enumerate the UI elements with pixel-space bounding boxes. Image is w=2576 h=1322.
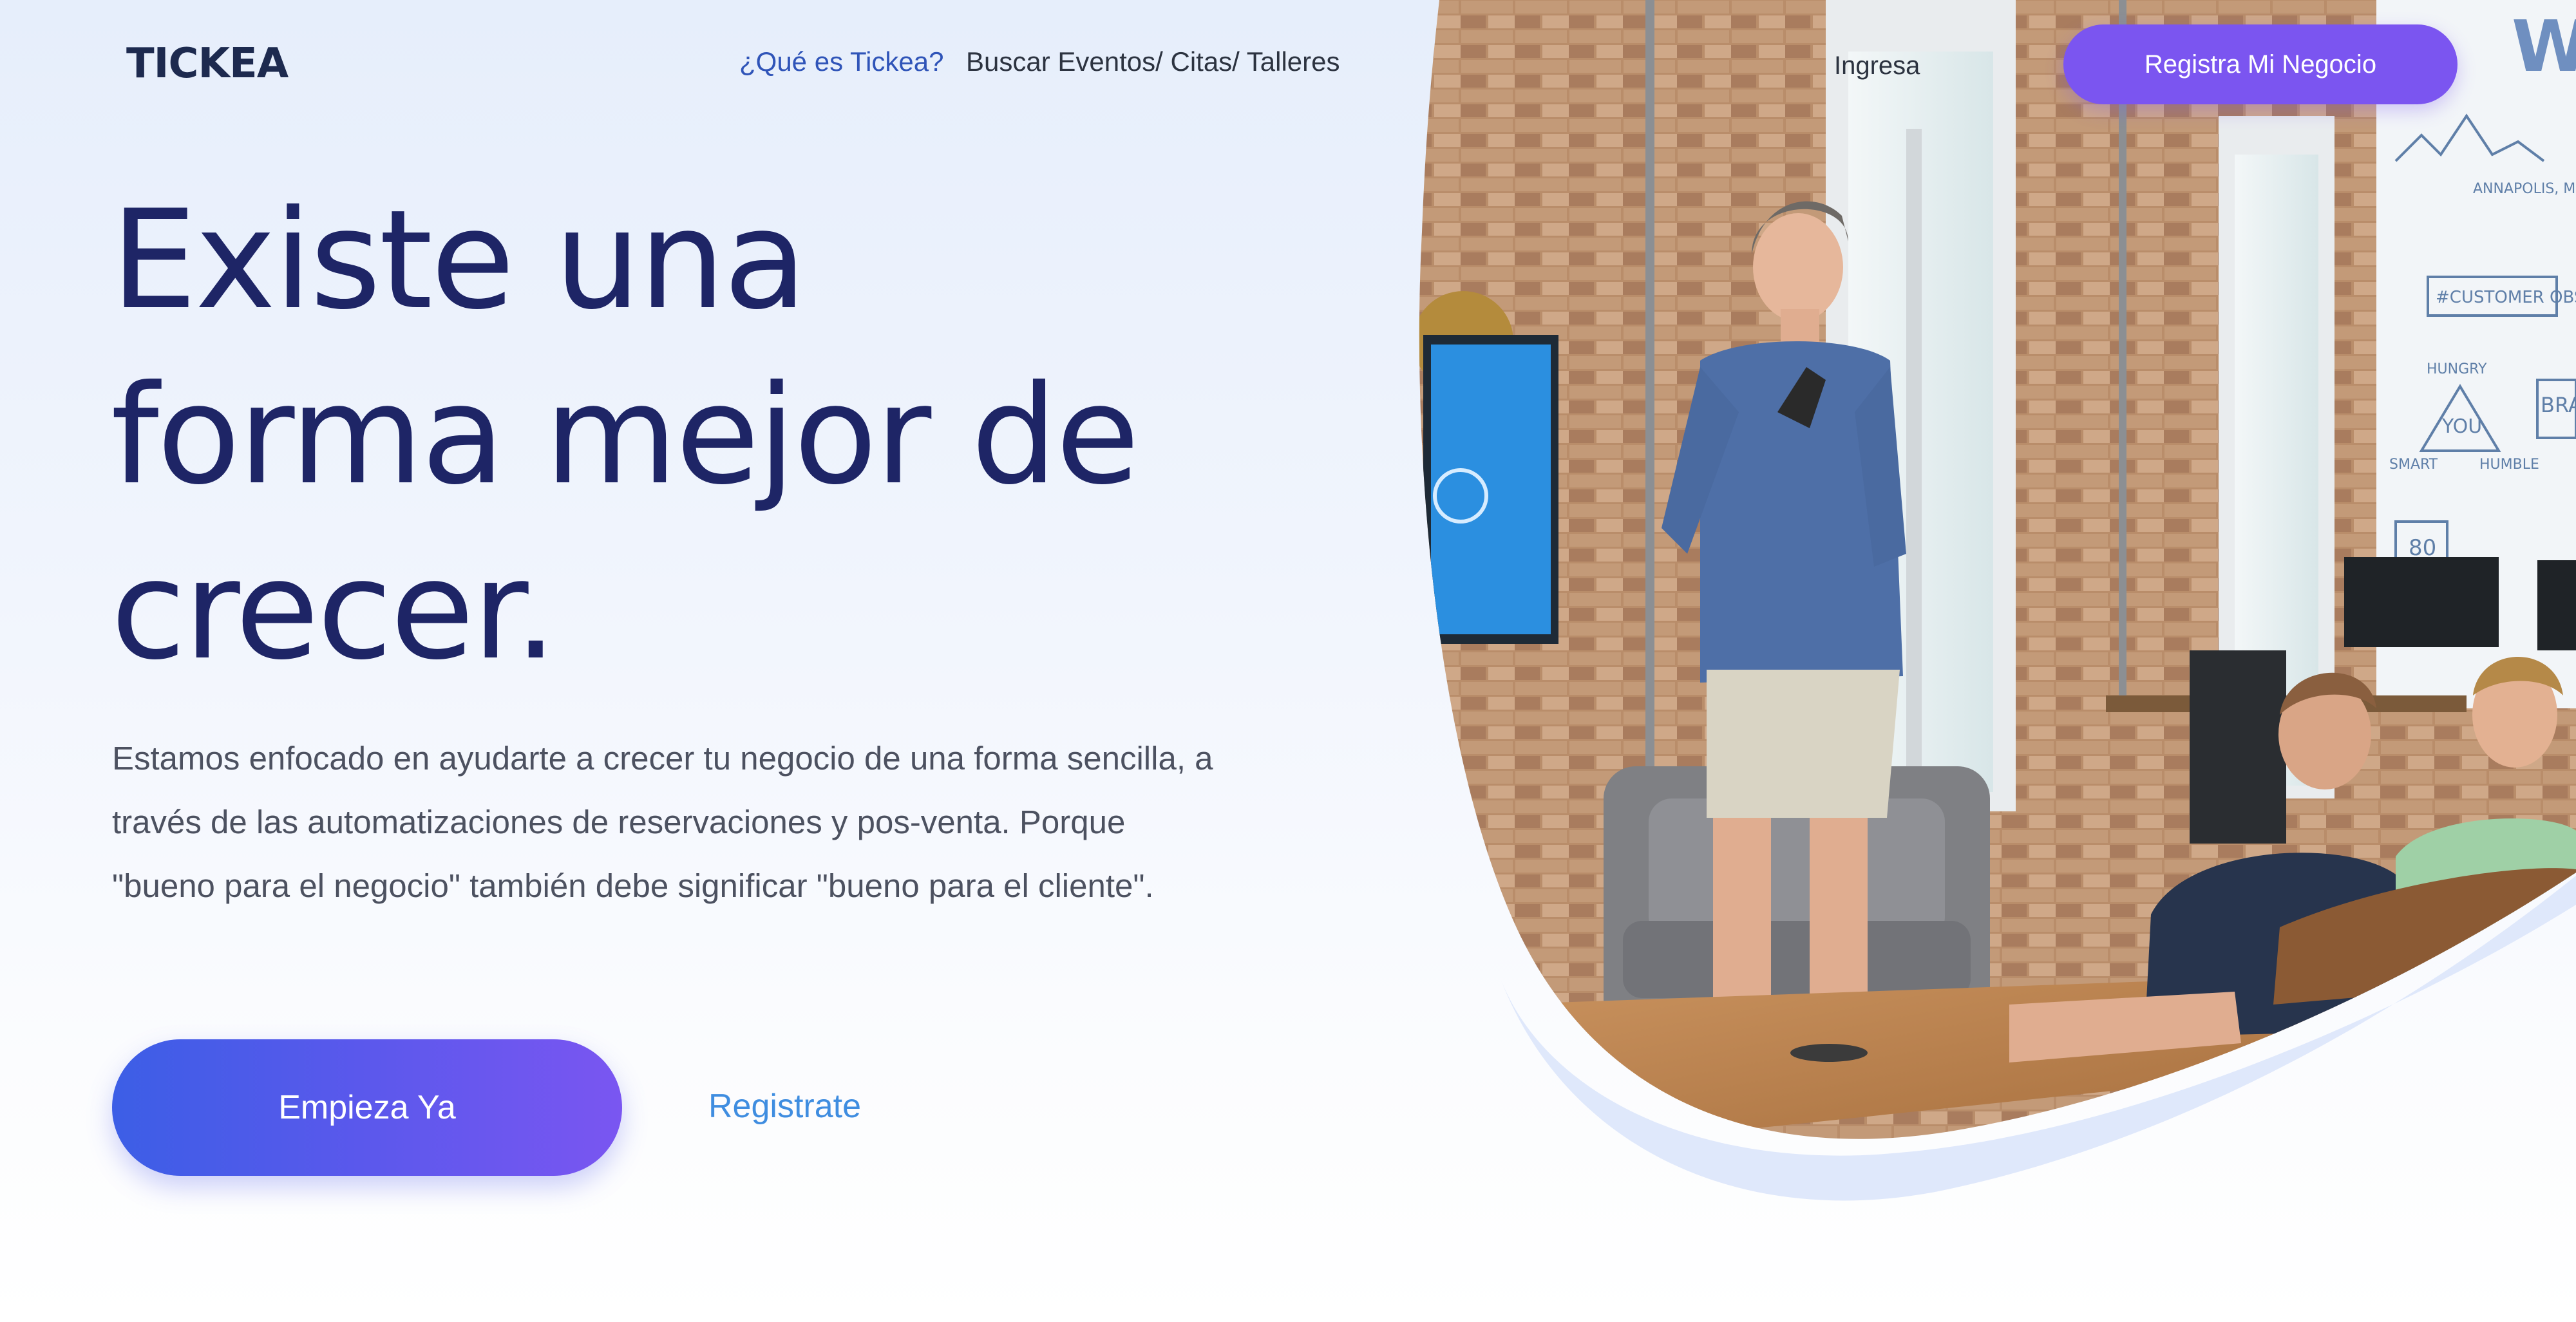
whiteboard-text: ANNAPOLIS, MD [2473, 181, 2576, 197]
register-business-button[interactable]: Registra Mi Negocio [2063, 24, 2458, 104]
logo[interactable]: TICKEA [126, 40, 289, 88]
whiteboard-text: SMART [2389, 457, 2438, 473]
whiteboard-text: YOU [2441, 415, 2482, 438]
nav-search-events[interactable]: Buscar Eventos/ Citas/ Talleres [966, 46, 1340, 77]
whiteboard-text: BRA [2541, 393, 2576, 417]
register-link[interactable]: Registrate [708, 1087, 861, 1126]
hero-headline: Existe una forma mejor de crecer. [111, 173, 1140, 698]
nav-login[interactable]: Ingresa [1834, 52, 1920, 80]
svg-text:W: W [2512, 5, 2576, 88]
nav-what-is-tickea[interactable]: ¿Qué es Tickea? [739, 46, 943, 77]
hero-description: Estamos enfocado en ayudarte a crecer tu… [112, 740, 1213, 904]
whiteboard-text: HUMBLE [2479, 457, 2539, 473]
whiteboard-text: 80 [2409, 535, 2436, 561]
presenter-figure [1662, 201, 1906, 1030]
audience-figures [2009, 657, 2576, 1062]
headline-line: Existe una [111, 180, 807, 339]
whiteboard-text: HUNGRY [2427, 361, 2487, 377]
headline-line: forma mejor de [111, 355, 1140, 515]
headline-line: crecer. [111, 531, 558, 690]
landing-page: ANNAPOLIS, MD #CUSTOMER OBSESS HUNGRY YO… [0, 0, 2576, 1322]
whiteboard-text: #CUSTOMER OBSESS [2436, 288, 2576, 307]
start-now-button[interactable]: Empieza Ya [112, 1039, 622, 1176]
